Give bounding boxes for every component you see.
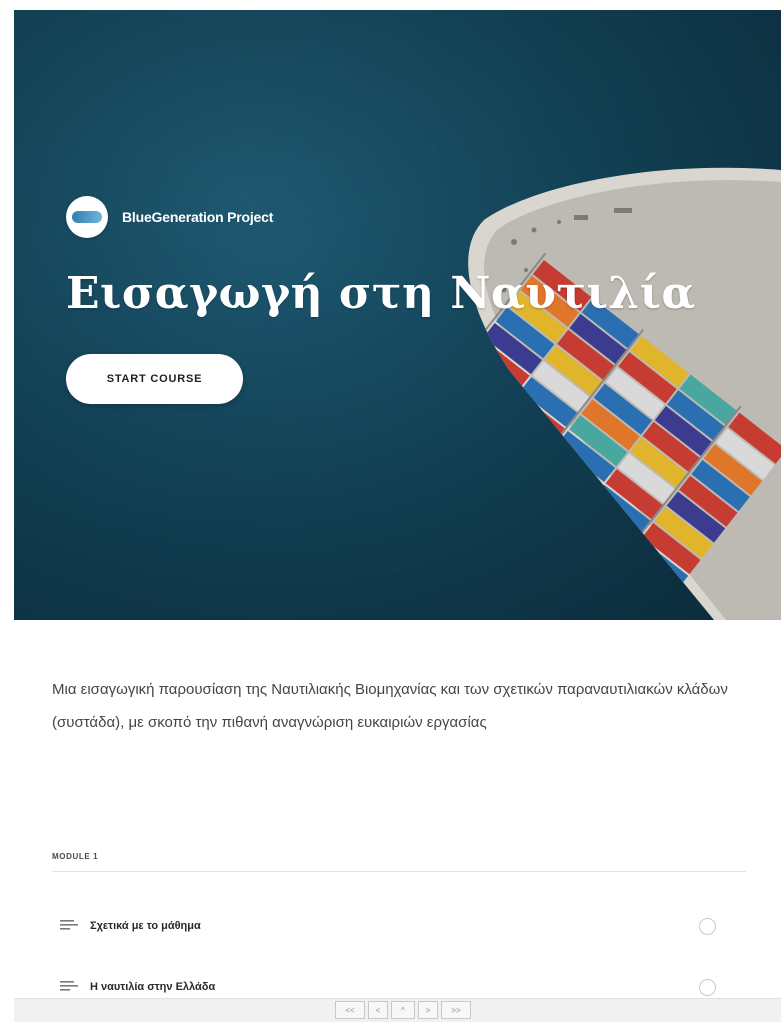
first-page-button[interactable]: <<	[335, 1001, 365, 1019]
module-label: MODULE 1	[52, 852, 99, 861]
lesson-title: Η ναυτιλία στην Ελλάδα	[90, 981, 216, 993]
course-description: Μια εισαγωγική παρουσίαση της Ναυτιλιακή…	[52, 681, 728, 731]
pager: << < ^ > >>	[335, 1001, 474, 1019]
brand: BlueGeneration Project	[66, 196, 273, 238]
top-margin	[0, 0, 781, 10]
text-lines-icon	[60, 980, 78, 994]
left-margin	[0, 0, 14, 1022]
course-hero: BlueGeneration Project Εισαγωγή στη Ναυτ…	[14, 10, 781, 620]
lesson-title: Σχετικά με το μάθημα	[90, 920, 201, 932]
module-divider	[52, 871, 746, 872]
up-button[interactable]: ^	[391, 1001, 415, 1019]
lesson-item[interactable]: Σχετικά με το μάθημα	[52, 906, 746, 946]
lesson-status-circle	[699, 917, 716, 935]
lesson-status-circle	[699, 978, 716, 996]
prev-page-button[interactable]: <	[368, 1001, 388, 1019]
start-course-button[interactable]: START COURSE	[66, 354, 243, 404]
brand-name: BlueGeneration Project	[122, 209, 274, 225]
brand-logo	[66, 196, 108, 238]
text-lines-icon	[60, 919, 78, 933]
course-page: BlueGeneration Project Εισαγωγή στη Ναυτ…	[0, 0, 781, 1022]
next-page-button[interactable]: >	[418, 1001, 438, 1019]
last-page-button[interactable]: >>	[441, 1001, 471, 1019]
course-title: Εισαγωγή στη Ναυτιλία	[66, 268, 696, 319]
brand-logo-mark	[72, 211, 102, 223]
